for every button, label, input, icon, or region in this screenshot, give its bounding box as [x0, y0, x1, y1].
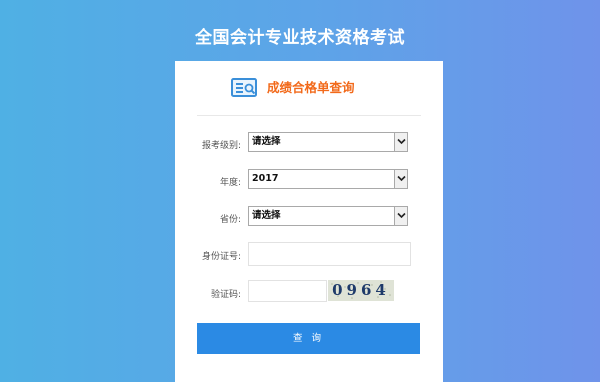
province-value: 请选择	[252, 210, 281, 221]
chevron-down-icon[interactable]	[394, 170, 407, 188]
card-header-title: 成绩合格单查询	[267, 80, 355, 95]
year-label: 年度:	[219, 178, 241, 188]
header-divider	[197, 115, 421, 116]
captcha-label: 验证码:	[210, 290, 241, 300]
captcha-input[interactable]	[248, 280, 327, 302]
id-number-label: 身份证号:	[201, 252, 241, 262]
id-number-input[interactable]	[248, 242, 411, 266]
exam-level-select[interactable]: 请选择	[248, 132, 408, 152]
score-query-icon	[231, 78, 259, 98]
chevron-down-icon[interactable]	[394, 133, 407, 151]
exam-level-label: 报考级别:	[201, 141, 241, 151]
province-label: 省份:	[219, 215, 241, 225]
exam-level-value: 请选择	[252, 136, 281, 147]
query-button[interactable]: 查 询	[197, 323, 420, 354]
year-select[interactable]: 2017	[248, 169, 408, 189]
year-value: 2017	[252, 173, 279, 184]
card-header: 成绩合格单查询	[175, 61, 443, 115]
province-select[interactable]: 请选择	[248, 206, 408, 226]
captcha-code: 0964	[332, 281, 390, 299]
captcha-image[interactable]: 0964	[328, 280, 394, 301]
query-card: 成绩合格单查询 报考级别: 请选择 年度: 2017 省份: 请选择 身份证号:…	[175, 61, 443, 382]
chevron-down-icon[interactable]	[394, 207, 407, 225]
page-title: 全国会计专业技术资格考试	[195, 28, 405, 48]
